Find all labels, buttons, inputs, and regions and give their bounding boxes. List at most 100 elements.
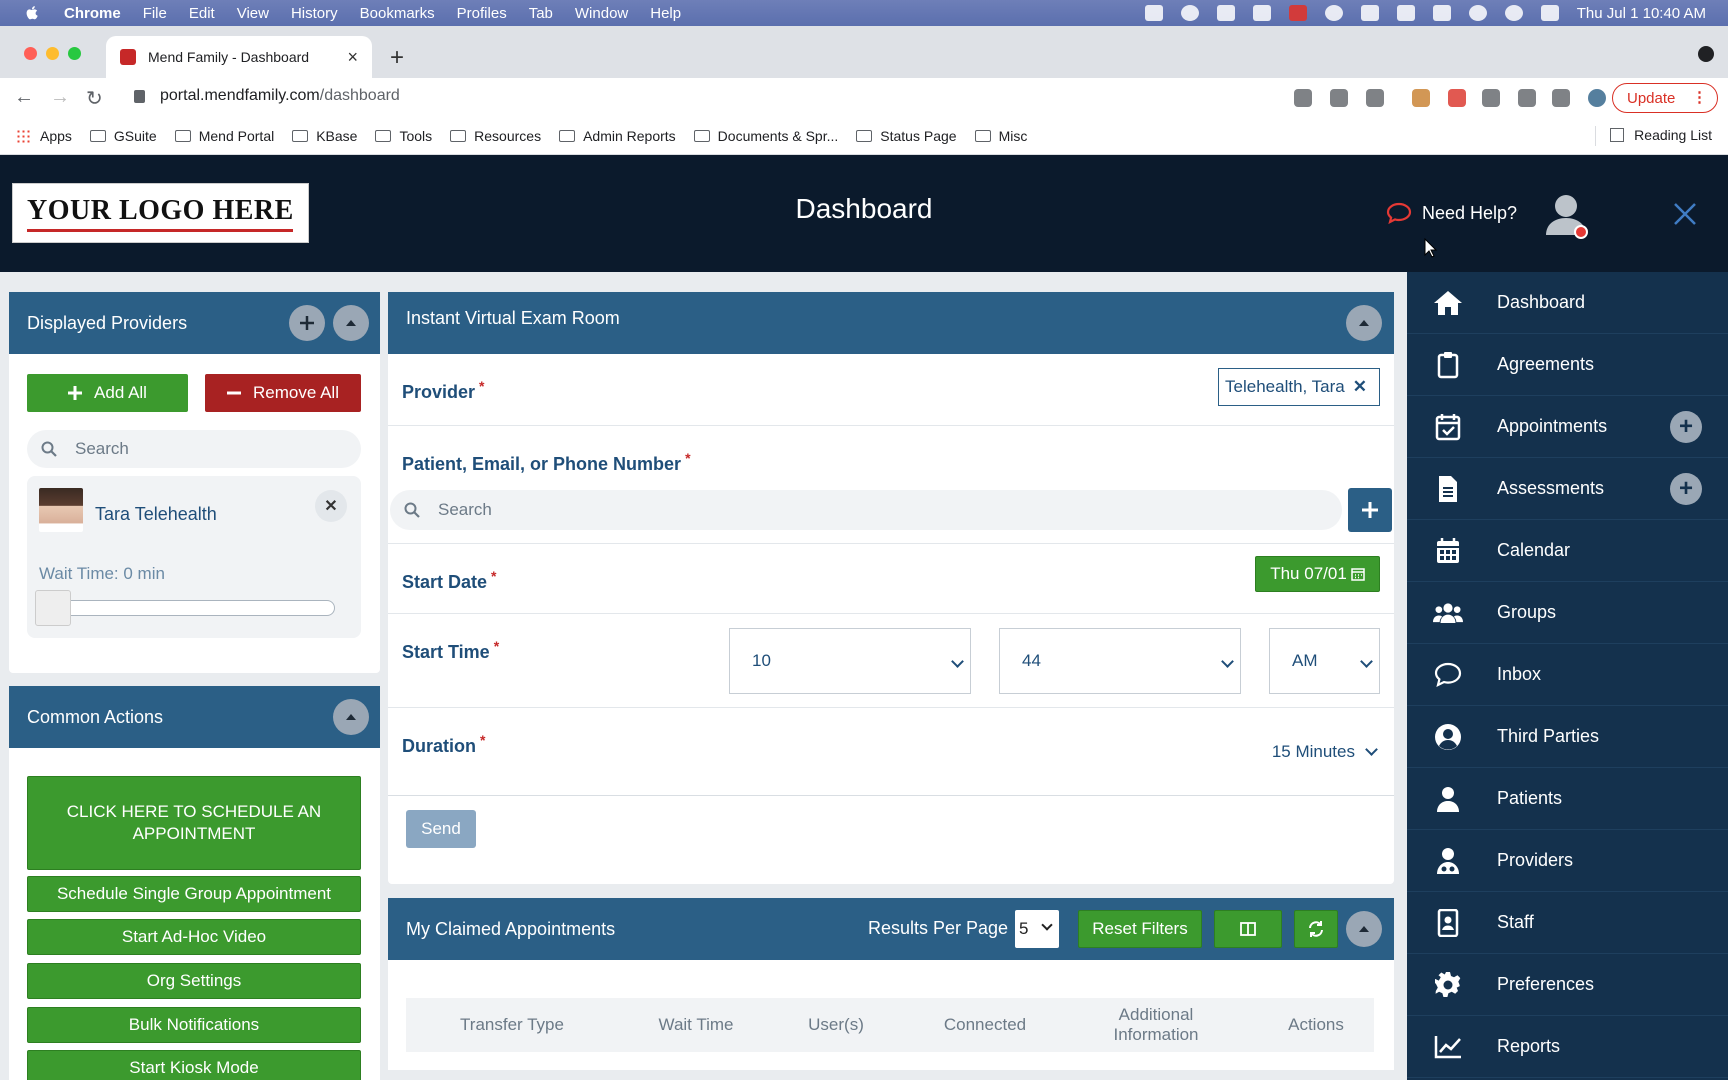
apple-icon[interactable] (22, 4, 42, 22)
column-actions[interactable]: Actions (1266, 1015, 1366, 1035)
add-all-button[interactable]: Add All (27, 374, 188, 412)
new-tab-icon[interactable]: + (390, 44, 404, 72)
cloud-upload-icon[interactable] (1180, 5, 1199, 21)
patient-search-input[interactable]: Search (390, 490, 1342, 530)
forward-icon[interactable]: → (50, 86, 70, 109)
user-avatar[interactable] (1542, 191, 1590, 239)
collapse-button[interactable] (333, 305, 369, 341)
send-button[interactable]: Send (406, 810, 476, 848)
slider-handle[interactable] (35, 590, 71, 626)
menu-window[interactable]: Window (575, 5, 628, 22)
browser-tab[interactable]: Mend Family - Dashboard × (106, 36, 372, 78)
nav-item-preferences[interactable]: Preferences (1407, 954, 1728, 1016)
nav-item-dashboard[interactable]: Dashboard (1407, 272, 1728, 334)
refresh-button[interactable] (1294, 910, 1338, 948)
menu-edit[interactable]: Edit (189, 5, 215, 22)
column-connected[interactable]: Connected (920, 1015, 1050, 1035)
wifi-icon[interactable] (1468, 5, 1487, 21)
start-adhoc-video-button[interactable]: Start Ad-Hoc Video (27, 919, 361, 955)
bookmark-tools[interactable]: Tools (375, 128, 432, 144)
need-help-link[interactable]: Need Help? (1386, 202, 1517, 224)
schedule-appointment-button[interactable]: CLICK HERE TO SCHEDULE AN APPOINTMENT (27, 776, 361, 870)
menu-view[interactable]: View (237, 5, 269, 22)
bulk-notifications-button[interactable]: Bulk Notifications (27, 1007, 361, 1043)
provider-search-input[interactable]: Search (27, 430, 361, 468)
duration-select[interactable]: 15 Minutes (1272, 742, 1378, 762)
nav-item-appointments[interactable]: Appointments + (1407, 396, 1728, 458)
start-date-picker[interactable]: Thu 07/01 (1255, 556, 1380, 592)
nav-item-staff[interactable]: Staff (1407, 892, 1728, 954)
reset-filters-button[interactable]: Reset Filters (1078, 910, 1202, 948)
nav-item-agreements[interactable]: Agreements (1407, 334, 1728, 396)
minimize-window-button[interactable] (46, 47, 59, 60)
collapse-button[interactable] (333, 699, 369, 735)
media-queue-icon[interactable] (1552, 89, 1570, 107)
nav-item-calendar[interactable]: Calendar (1407, 520, 1728, 582)
add-patient-button[interactable] (1348, 488, 1392, 532)
keyboard-icon[interactable] (1360, 5, 1379, 21)
add-appointment-button[interactable]: + (1670, 410, 1702, 443)
bookmark-kbase[interactable]: KBase (292, 128, 357, 144)
collapse-button[interactable] (1346, 305, 1382, 341)
address-bar[interactable]: portal.mendfamily.com/dashboard (160, 87, 400, 105)
update-button[interactable]: Update ⋮ (1612, 83, 1718, 113)
nav-item-inbox[interactable]: Inbox (1407, 644, 1728, 706)
menu-tab[interactable]: Tab (529, 5, 553, 22)
close-icon[interactable] (1672, 201, 1698, 227)
provider-name[interactable]: Tara Telehealth (95, 504, 217, 525)
reload-icon[interactable]: ↻ (86, 86, 103, 111)
results-per-page-select[interactable]: 5 (1015, 910, 1059, 948)
menu-profiles[interactable]: Profiles (457, 5, 507, 22)
bookmark-apps[interactable]: Apps (16, 128, 72, 144)
columns-toggle-button[interactable] (1214, 910, 1282, 948)
play-icon[interactable] (1324, 5, 1343, 21)
wait-time-slider[interactable] (39, 600, 335, 616)
add-provider-button[interactable] (289, 305, 325, 341)
extensions-puzzle-icon[interactable] (1518, 89, 1536, 107)
cookie-extension-icon[interactable] (1412, 89, 1430, 107)
schedule-group-appointment-button[interactable]: Schedule Single Group Appointment (27, 876, 361, 912)
column-users[interactable]: User(s) (786, 1015, 886, 1035)
bookmark-misc[interactable]: Misc (974, 128, 1027, 144)
close-window-button[interactable] (24, 47, 37, 60)
camera-icon[interactable] (1482, 89, 1500, 107)
profile-avatar-icon[interactable] (1588, 89, 1606, 107)
menu-chrome[interactable]: Chrome (64, 5, 121, 22)
tray-app-icon[interactable] (1144, 5, 1163, 21)
add-assessment-button[interactable]: + (1670, 472, 1702, 505)
bookmark-admin-reports[interactable]: Admin Reports (559, 128, 676, 144)
tray-s-icon[interactable] (1252, 5, 1271, 21)
start-kiosk-mode-button[interactable]: Start Kiosk Mode (27, 1050, 361, 1080)
bookmark-resources[interactable]: Resources (450, 128, 541, 144)
collapse-button[interactable] (1346, 911, 1382, 947)
nav-item-assessments[interactable]: Assessments + (1407, 458, 1728, 520)
bookmark-star-icon[interactable] (1366, 89, 1384, 107)
chip-remove-icon[interactable]: ✕ (1353, 377, 1367, 397)
nav-item-reports[interactable]: Reports (1407, 1016, 1728, 1078)
org-settings-button[interactable]: Org Settings (27, 963, 361, 999)
column-additional-information[interactable]: Additional Information (1096, 1005, 1216, 1045)
menu-bookmarks[interactable]: Bookmarks (360, 5, 435, 22)
spotlight-search-icon[interactable] (1504, 5, 1523, 21)
column-wait-time[interactable]: Wait Time (636, 1015, 756, 1035)
tab-search-icon[interactable] (1698, 46, 1714, 62)
lock-icon[interactable] (134, 90, 145, 103)
back-icon[interactable]: ← (14, 86, 34, 109)
nav-item-third-parties[interactable]: Third Parties (1407, 706, 1728, 768)
nav-item-providers[interactable]: Providers (1407, 830, 1728, 892)
tray-drive-icon[interactable] (1216, 5, 1235, 21)
reading-list-button[interactable]: Reading List (1610, 127, 1712, 143)
menu-file[interactable]: File (143, 5, 167, 22)
bookmark-gsuite[interactable]: GSuite (89, 128, 157, 144)
bookmark-status-page[interactable]: Status Page (856, 128, 957, 144)
more-icon[interactable]: ⋮ (1692, 88, 1707, 106)
remove-all-button[interactable]: Remove All (205, 374, 361, 412)
control-center-icon[interactable] (1540, 5, 1559, 21)
battery-icon[interactable] (1432, 5, 1451, 21)
nav-item-patients[interactable]: Patients (1407, 768, 1728, 830)
remove-provider-button[interactable]: ✕ (315, 490, 347, 522)
provider-chip[interactable]: Telehealth, Tara ✕ (1218, 368, 1380, 406)
tray-red-app-icon[interactable] (1288, 5, 1307, 21)
minute-select[interactable]: 44 (999, 628, 1241, 694)
menu-help[interactable]: Help (650, 5, 681, 22)
